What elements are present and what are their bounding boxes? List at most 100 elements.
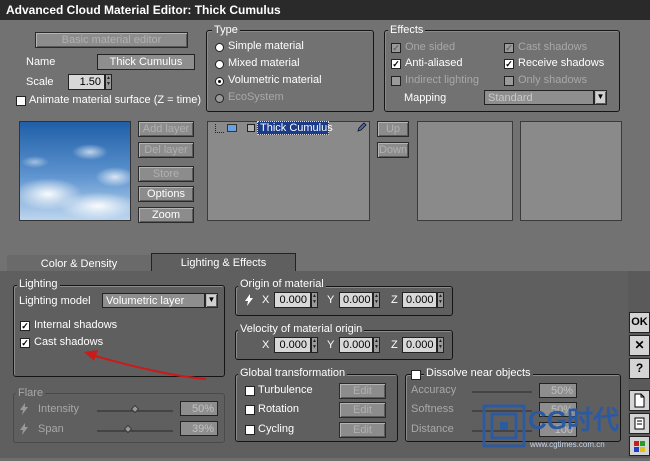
animate-surface-label: Animate material surface (Z = time) <box>29 94 202 106</box>
name-label: Name <box>26 56 56 68</box>
intensity-field[interactable]: 50% <box>180 401 218 416</box>
page-button[interactable] <box>629 413 650 434</box>
watermark-url: www.cgtimes.com.cn <box>530 440 605 449</box>
internal-shadows-checkbox[interactable]: ✓ <box>20 321 30 331</box>
one-sided-checkbox[interactable]: ✓ <box>391 43 401 53</box>
origin-x-field[interactable]: 0.000 <box>274 292 311 308</box>
scale-field[interactable]: 1.50 <box>68 74 105 90</box>
document-icon <box>634 393 645 408</box>
velocity-y-field[interactable]: 0.000 <box>339 337 373 353</box>
turbulence-edit-button[interactable]: Edit <box>339 383 386 399</box>
preview-frame <box>19 121 131 221</box>
cycling-checkbox[interactable] <box>245 425 255 435</box>
velocity-x-spinner[interactable]: ▲ ▼ <box>311 337 318 353</box>
mixed-material-label: Mixed material <box>228 57 300 69</box>
span-field[interactable]: 39% <box>180 421 218 436</box>
velocity-group-title: Velocity of material origin <box>238 323 365 335</box>
indirect-lighting-label: Indirect lighting <box>405 74 479 86</box>
zoom-button[interactable]: Zoom <box>138 207 194 223</box>
lighting-model-dropdown-arrow-icon[interactable]: ▼ <box>205 293 218 308</box>
pencil-icon[interactable] <box>356 121 368 133</box>
accuracy-slider[interactable] <box>472 391 532 393</box>
span-slider[interactable] <box>97 430 173 432</box>
layer-preview-panel-2 <box>520 121 622 221</box>
indirect-lighting-checkbox[interactable] <box>391 76 401 86</box>
velocity-z-field[interactable]: 0.000 <box>402 337 437 353</box>
layer-down-button[interactable]: Down <box>377 142 409 158</box>
mapping-dropdown-arrow-icon[interactable]: ▼ <box>594 90 607 105</box>
lightning-icon <box>20 423 28 435</box>
effects-cast-shadows-checkbox[interactable]: ✓ <box>504 43 514 53</box>
cast-shadows-checkbox[interactable]: ✓ <box>20 338 30 348</box>
lightning-icon[interactable] <box>244 294 254 306</box>
del-layer-button[interactable]: Del layer <box>138 142 194 158</box>
scale-spinner[interactable]: ▲ ▼ <box>105 74 112 90</box>
turbulence-checkbox[interactable] <box>245 386 255 396</box>
dissolve-near-objects-checkbox[interactable] <box>411 370 421 380</box>
one-sided-label: One sided <box>405 41 456 53</box>
receive-shadows-label: Receive shadows <box>518 57 605 69</box>
global-transformation-title: Global transformation <box>238 367 348 379</box>
radio-mixed-material[interactable] <box>215 60 224 69</box>
page-icon <box>634 417 645 430</box>
origin-x-spinner[interactable]: ▲ ▼ <box>311 292 318 308</box>
store-button[interactable]: Store <box>138 166 194 182</box>
radio-ecosystem[interactable] <box>215 94 224 103</box>
layer-visibility-icon[interactable] <box>247 124 255 132</box>
watermark-text: CG时代 <box>528 405 620 435</box>
origin-y-label: Y <box>327 294 335 306</box>
add-layer-button[interactable]: Add layer <box>138 121 194 137</box>
origin-z-field[interactable]: 0.000 <box>402 292 437 308</box>
velocity-x-field[interactable]: 0.000 <box>274 337 311 353</box>
tree-connector <box>215 124 224 133</box>
dissolve-near-objects-label: Dissolve near objects <box>424 367 533 379</box>
velocity-z-spinner[interactable]: ▲ ▼ <box>437 337 444 353</box>
origin-y-spinner[interactable]: ▲ ▼ <box>373 292 380 308</box>
velocity-y-label: Y <box>327 339 335 351</box>
origin-x-label: X <box>262 294 270 306</box>
lightning-icon <box>20 403 28 415</box>
document-button[interactable] <box>629 390 650 411</box>
velocity-x-label: X <box>262 339 270 351</box>
animate-surface-checkbox[interactable] <box>16 96 26 106</box>
velocity-z-label: Z <box>391 339 398 351</box>
layer-item-thick-cumulus[interactable]: Thick Cumulus <box>257 121 333 135</box>
ecosystem-label: EcoSystem <box>228 91 284 103</box>
span-label: Span <box>38 423 64 435</box>
effects-cast-shadows-label: Cast shadows <box>518 41 588 53</box>
lighting-model-select[interactable]: Volumetric layer <box>102 293 205 308</box>
origin-y-field[interactable]: 0.000 <box>339 292 373 308</box>
mapping-select[interactable]: Standard <box>484 90 594 105</box>
watermark-logo-icon <box>482 404 526 448</box>
name-field[interactable]: Thick Cumulus <box>97 54 195 70</box>
layer-up-button[interactable]: Up <box>377 121 409 137</box>
anti-aliased-label: Anti-aliased <box>405 57 463 69</box>
type-group-title: Type <box>212 24 240 36</box>
distance-label: Distance <box>411 423 454 435</box>
radio-volumetric-material[interactable] <box>215 77 224 86</box>
cloud-preview-image[interactable] <box>20 122 130 220</box>
simple-material-label: Simple material <box>228 40 304 52</box>
cancel-button[interactable]: ✕ <box>629 335 650 356</box>
origin-z-label: Z <box>391 294 398 306</box>
tab-lighting-effects[interactable]: Lighting & Effects <box>151 253 296 272</box>
only-shadows-checkbox[interactable] <box>504 76 514 86</box>
help-button[interactable]: ? <box>629 358 650 379</box>
velocity-y-spinner[interactable]: ▲ ▼ <box>373 337 380 353</box>
rotation-label: Rotation <box>258 403 299 415</box>
basic-material-editor-button[interactable]: Basic material editor <box>35 32 188 48</box>
anti-aliased-checkbox[interactable]: ✓ <box>391 59 401 69</box>
options-button[interactable]: Options <box>138 186 194 202</box>
receive-shadows-checkbox[interactable]: ✓ <box>504 59 514 69</box>
rotation-edit-button[interactable]: Edit <box>339 402 386 418</box>
mapping-label: Mapping <box>404 92 447 104</box>
accuracy-field[interactable]: 50% <box>539 383 577 398</box>
color-picker-button[interactable] <box>629 436 650 456</box>
origin-group-title: Origin of material <box>238 278 326 290</box>
radio-simple-material[interactable] <box>215 43 224 52</box>
ok-button[interactable]: OK <box>629 312 650 333</box>
rotation-checkbox[interactable] <box>245 405 255 415</box>
origin-z-spinner[interactable]: ▲ ▼ <box>437 292 444 308</box>
cycling-edit-button[interactable]: Edit <box>339 422 386 438</box>
window-title: Advanced Cloud Material Editor: Thick Cu… <box>0 0 650 20</box>
